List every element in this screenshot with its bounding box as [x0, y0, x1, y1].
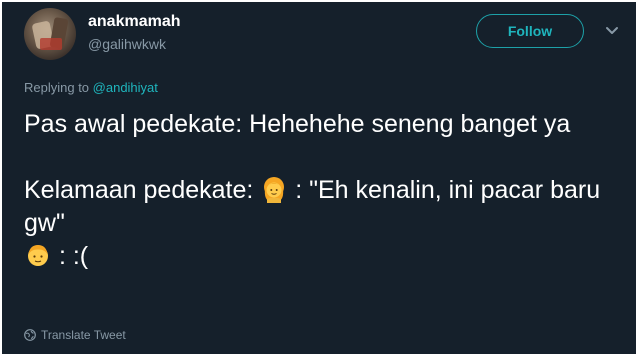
- avatar[interactable]: [24, 8, 76, 60]
- boy-face-icon: [24, 241, 52, 269]
- user-handle[interactable]: @galihwkwk: [88, 34, 181, 54]
- girl-face-icon: [260, 175, 288, 203]
- tweet-line-3: : :(: [24, 240, 624, 273]
- translate-tweet-label[interactable]: Translate Tweet: [41, 328, 126, 342]
- follow-button[interactable]: Follow: [476, 14, 584, 48]
- tweet-line-2-prefix: Kelamaan pedekate:: [24, 176, 261, 204]
- tweet-header: anakmamah @galihwkwk Follow: [24, 8, 636, 64]
- tweet-text: Pas awal pedekate: Hehehehe seneng bange…: [24, 108, 624, 273]
- chevron-down-icon[interactable]: [604, 22, 620, 38]
- tweet-line-1: Pas awal pedekate: Hehehehe seneng bange…: [24, 110, 571, 138]
- replying-to-label: Replying to: [24, 80, 93, 95]
- translate-tweet[interactable]: Translate Tweet: [24, 328, 126, 342]
- user-names: anakmamah @galihwkwk: [88, 12, 181, 54]
- display-name[interactable]: anakmamah: [88, 12, 181, 32]
- tweet-line-3-text: : :(: [52, 242, 89, 270]
- tweet-line-2: Kelamaan pedekate: : "Eh kenalin, ini pa…: [24, 174, 624, 240]
- reply-mention-link[interactable]: @andihiyat: [93, 80, 158, 95]
- replying-to: Replying to @andihiyat: [24, 80, 158, 95]
- globe-icon: [24, 329, 36, 341]
- tweet-card: anakmamah @galihwkwk Follow Replying to …: [2, 2, 636, 354]
